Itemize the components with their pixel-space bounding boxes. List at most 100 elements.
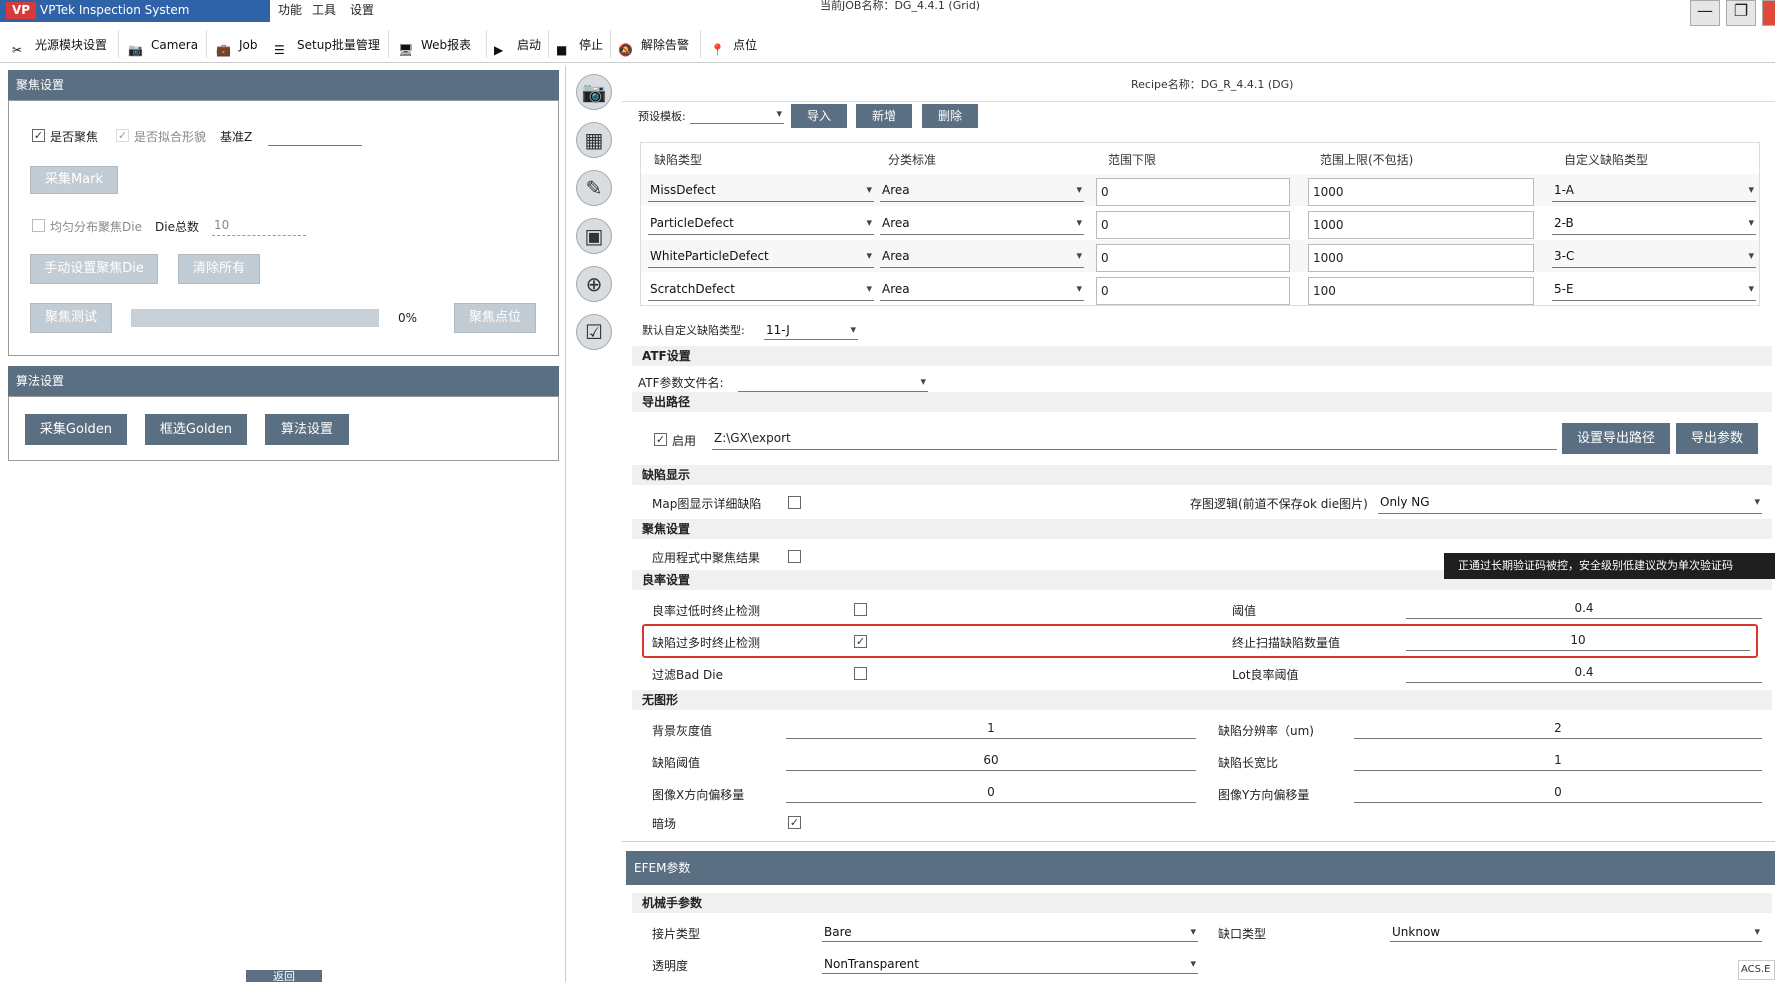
- pick-type-select[interactable]: Bare: [822, 922, 1198, 942]
- toolbar-clear-alarm[interactable]: 🔕 解除告警: [618, 31, 689, 59]
- range-low-input[interactable]: 0: [1096, 244, 1290, 272]
- add-button[interactable]: 新增: [856, 104, 912, 128]
- y-offset-input[interactable]: 0: [1354, 783, 1762, 803]
- x-offset-input[interactable]: 0: [786, 783, 1196, 803]
- atf-file-select[interactable]: [738, 372, 928, 392]
- notch-type-select[interactable]: Unknow: [1390, 922, 1762, 942]
- set-export-path-button[interactable]: 设置导出路径: [1562, 423, 1670, 454]
- toolbar-web-report[interactable]: 🖥 Web报表: [398, 31, 471, 59]
- base-z-label: 基准Z: [220, 130, 253, 144]
- toolbar-points[interactable]: 📍 点位: [710, 31, 757, 59]
- defect-resolution-input[interactable]: 2: [1354, 719, 1762, 739]
- select-golden-button[interactable]: 框选Golden: [145, 414, 247, 445]
- save-logic-select[interactable]: Only NG: [1378, 492, 1762, 514]
- classify-std-select[interactable]: Area: [880, 180, 1084, 202]
- defect-type-select[interactable]: ScratchDefect: [648, 279, 874, 301]
- stop-scan-count-input[interactable]: 10: [1406, 631, 1750, 651]
- clear-all-button[interactable]: 清除所有: [178, 254, 260, 284]
- export-path-input[interactable]: Z:\GX\export: [712, 428, 1557, 450]
- export-params-button[interactable]: 导出参数: [1676, 423, 1758, 454]
- corner-label: ACS.E: [1738, 960, 1775, 980]
- save-logic-label: 存图逻辑(前道不保存ok die图片): [1190, 497, 1368, 511]
- collect-golden-button[interactable]: 采集Golden: [25, 414, 127, 445]
- toolbar-label: Job: [239, 38, 258, 52]
- focus-test-button[interactable]: 聚焦测试: [30, 303, 112, 333]
- transparency-select[interactable]: NonTransparent: [822, 954, 1198, 974]
- filter-bad-die-checkbox[interactable]: [854, 667, 867, 680]
- too-many-defects-checkbox[interactable]: [854, 635, 867, 648]
- minimize-button[interactable]: —: [1690, 0, 1720, 26]
- import-button[interactable]: 导入: [791, 104, 847, 128]
- range-low-input[interactable]: 0: [1096, 211, 1290, 239]
- focus-point-button[interactable]: 聚焦点位: [454, 303, 536, 333]
- range-low-input[interactable]: 0: [1096, 178, 1290, 206]
- low-yield-stop-checkbox[interactable]: [854, 603, 867, 616]
- th-range-low: 范围下限: [1108, 153, 1157, 167]
- classify-std-select[interactable]: Area: [880, 279, 1084, 301]
- threshold-input[interactable]: 0.4: [1406, 599, 1762, 619]
- lot-yield-input[interactable]: 0.4: [1406, 663, 1762, 683]
- panel-divider: [565, 66, 566, 982]
- range-high-input[interactable]: 100: [1308, 277, 1534, 305]
- is-focus-checkbox[interactable]: [32, 129, 45, 142]
- custom-type-select[interactable]: 2-B: [1552, 213, 1756, 235]
- defect-type-select[interactable]: MissDefect: [648, 180, 874, 202]
- defect-threshold-input[interactable]: 60: [786, 751, 1196, 771]
- classify-std-select[interactable]: Area: [880, 213, 1084, 235]
- preset-template-select[interactable]: [690, 104, 784, 124]
- no-pattern-section: 无图形: [632, 690, 1772, 710]
- export-enable-checkbox[interactable]: [654, 433, 667, 446]
- toolbar-separator: [118, 30, 119, 58]
- maximize-button[interactable]: ❐: [1726, 0, 1756, 26]
- default-custom-type-select[interactable]: 11-J: [764, 320, 858, 340]
- low-yield-stop-label: 良率过低时终止检测: [652, 604, 761, 618]
- range-high-input[interactable]: 1000: [1308, 178, 1534, 206]
- defect-type-select[interactable]: ParticleDefect: [648, 213, 874, 235]
- back-button[interactable]: 返回: [246, 970, 322, 982]
- toolbar-job[interactable]: 💼 Job: [216, 31, 258, 59]
- toolbar-label: 解除告警: [641, 38, 690, 52]
- toolbar-light-module[interactable]: ✂ 光源模块设置: [12, 31, 107, 59]
- close-button[interactable]: [1762, 0, 1775, 26]
- th-range-high: 范围上限(不包括): [1320, 153, 1414, 167]
- toolbar-camera[interactable]: 📷 Camera: [128, 31, 198, 59]
- algo-settings-button[interactable]: 算法设置: [265, 414, 349, 445]
- collect-mark-button[interactable]: 采集Mark: [30, 166, 118, 194]
- toolbar-start[interactable]: ▶ 启动: [494, 31, 541, 59]
- range-low-input[interactable]: 0: [1096, 277, 1290, 305]
- checklist-icon[interactable]: ☑: [576, 314, 612, 350]
- dark-field-checkbox[interactable]: [788, 816, 801, 829]
- globe-list-icon[interactable]: ⊕: [576, 266, 612, 302]
- efem-header: EFEM参数: [626, 851, 1775, 885]
- manual-set-focus-die-button[interactable]: 手动设置聚焦Die: [30, 254, 158, 284]
- is-fit-checkbox[interactable]: [116, 129, 129, 142]
- defect-type-select[interactable]: WhiteParticleDefect: [648, 246, 874, 268]
- classify-std-select[interactable]: Area: [880, 246, 1084, 268]
- image-icon[interactable]: ▣: [576, 218, 612, 254]
- bg-gray-input[interactable]: 1: [786, 719, 1196, 739]
- range-high-input[interactable]: 1000: [1308, 244, 1534, 272]
- toolbar-label: 光源模块设置: [35, 38, 108, 52]
- apply-focus-checkbox[interactable]: [788, 550, 801, 563]
- camera-icon[interactable]: 📷: [576, 74, 612, 110]
- custom-type-select[interactable]: 3-C: [1552, 246, 1756, 268]
- custom-type-select[interactable]: 1-A: [1552, 180, 1756, 202]
- custom-type-select[interactable]: 5-E: [1552, 279, 1756, 301]
- defect-aspect-input[interactable]: 1: [1354, 751, 1762, 771]
- defect-threshold-label: 缺陷阈值: [652, 756, 701, 770]
- grid-icon[interactable]: ▦: [576, 122, 612, 158]
- toolbar-setup-batch[interactable]: ☰ Setup批量管理: [274, 31, 380, 59]
- die-total-input[interactable]: 10: [212, 216, 306, 236]
- uniform-focus-checkbox[interactable]: [32, 219, 45, 232]
- delete-button[interactable]: 删除: [922, 104, 978, 128]
- base-z-input[interactable]: [268, 128, 362, 146]
- map-detail-checkbox[interactable]: [788, 496, 801, 509]
- preset-template-label: 预设模板:: [638, 110, 686, 123]
- ruler-tool-icon[interactable]: ✎: [576, 170, 612, 206]
- range-high-input[interactable]: 1000: [1308, 211, 1534, 239]
- menu-tools[interactable]: 工具: [306, 0, 342, 22]
- transparency-label: 透明度: [652, 959, 689, 973]
- menu-function[interactable]: 功能: [272, 0, 308, 22]
- toolbar-stop[interactable]: ■ 停止: [556, 31, 603, 59]
- menu-settings[interactable]: 设置: [344, 0, 380, 22]
